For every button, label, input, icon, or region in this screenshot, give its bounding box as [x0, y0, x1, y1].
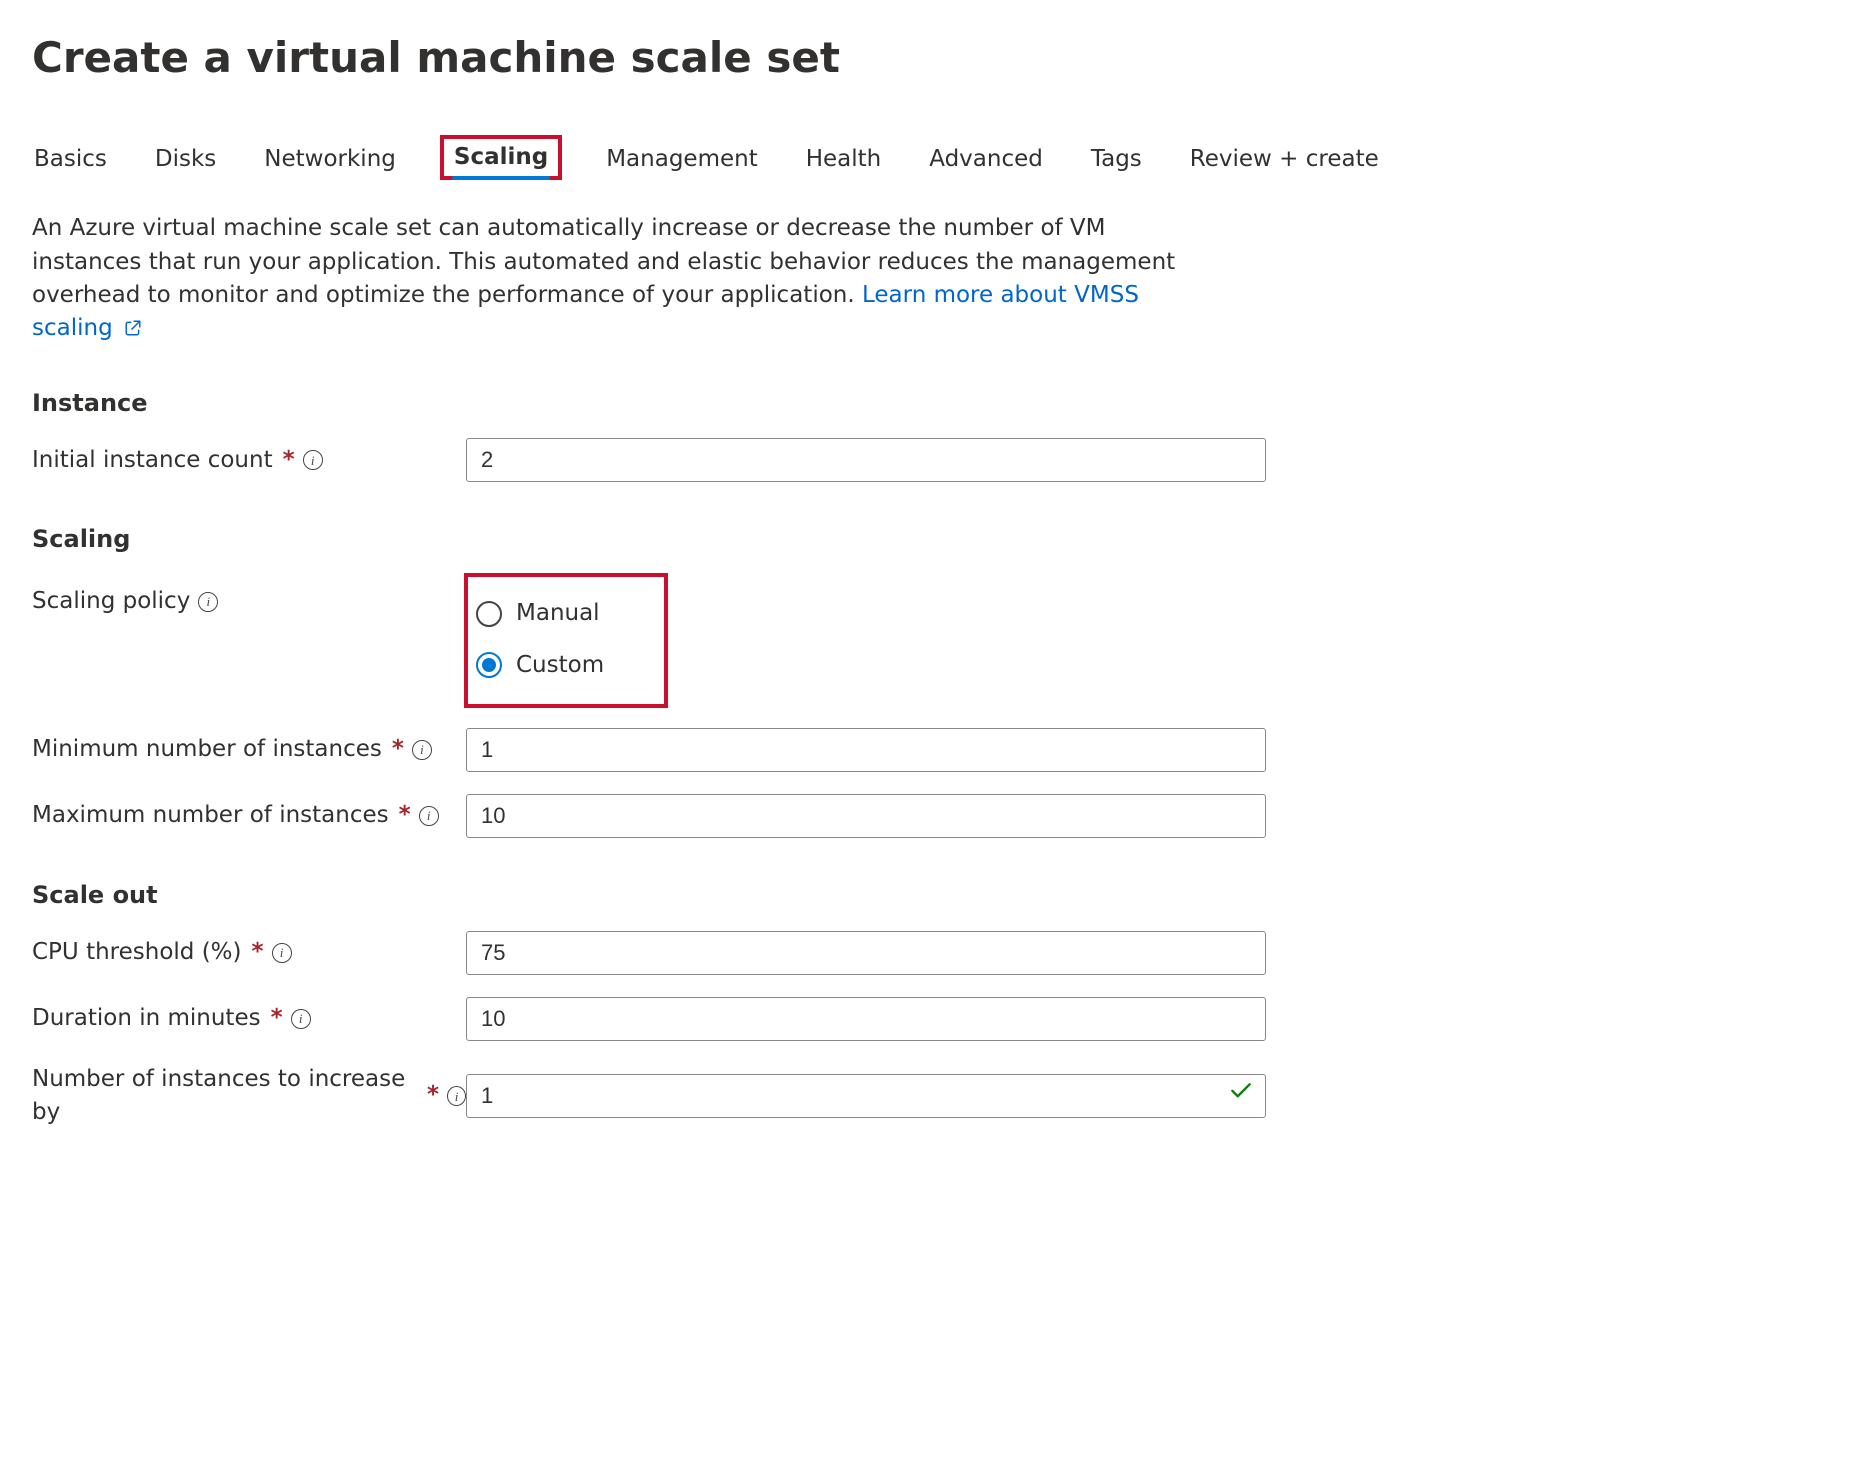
tab-tags[interactable]: Tags [1089, 137, 1144, 186]
wizard-tabs: Basics Disks Networking Scaling Management He… [32, 137, 1828, 186]
scaling-policy-group-highlight: Manual Custom [466, 575, 666, 706]
row-min-instances: Minimum number of instances * [32, 728, 1828, 772]
required-marker: * [399, 799, 411, 832]
section-heading-scaling: Scaling [32, 522, 1828, 557]
required-marker: * [392, 733, 404, 766]
required-marker: * [283, 444, 295, 477]
tab-basics[interactable]: Basics [32, 137, 109, 186]
initial-instance-count-input[interactable] [466, 438, 1266, 482]
page-title: Create a virtual machine scale set [32, 28, 1828, 89]
initial-instance-count-label: Initial instance count [32, 444, 273, 477]
tab-networking[interactable]: Networking [262, 137, 398, 186]
required-marker: * [252, 936, 264, 969]
row-initial-instance-count: Initial instance count * [32, 438, 1828, 482]
intro-paragraph: An Azure virtual machine scale set can a… [32, 212, 1212, 345]
checkmark-icon [1228, 1078, 1254, 1114]
cpu-threshold-label: CPU threshold (%) [32, 936, 242, 969]
duration-input[interactable] [466, 997, 1266, 1041]
tab-health[interactable]: Health [804, 137, 884, 186]
info-icon[interactable] [198, 592, 218, 612]
info-icon[interactable] [419, 806, 439, 826]
scaling-policy-label: Scaling policy [32, 585, 190, 618]
required-marker: * [271, 1002, 283, 1035]
radio-icon [476, 601, 502, 627]
tab-scaling[interactable]: Scaling [452, 138, 550, 180]
row-duration: Duration in minutes * [32, 997, 1828, 1041]
info-icon[interactable] [291, 1009, 311, 1029]
info-icon[interactable] [272, 943, 292, 963]
max-instances-label: Maximum number of instances [32, 799, 389, 832]
row-cpu-threshold: CPU threshold (%) * [32, 931, 1828, 975]
tab-advanced[interactable]: Advanced [927, 137, 1045, 186]
scaling-policy-manual-option[interactable]: Manual [476, 597, 604, 630]
section-heading-instance: Instance [32, 386, 1828, 421]
radio-icon [476, 652, 502, 678]
info-icon[interactable] [303, 450, 323, 470]
external-link-icon [124, 319, 142, 337]
tab-management[interactable]: Management [604, 137, 760, 186]
row-max-instances: Maximum number of instances * [32, 794, 1828, 838]
section-heading-scale-out: Scale out [32, 878, 1828, 913]
max-instances-input[interactable] [466, 794, 1266, 838]
increase-by-label: Number of instances to increase by [32, 1063, 417, 1130]
tab-review[interactable]: Review + create [1188, 137, 1381, 186]
min-instances-input[interactable] [466, 728, 1266, 772]
info-icon[interactable] [447, 1086, 466, 1106]
min-instances-label: Minimum number of instances [32, 733, 382, 766]
scaling-policy-radiogroup: Manual Custom [476, 587, 608, 692]
row-scaling-policy: Scaling policy Manual Custom [32, 575, 1828, 706]
tab-highlight: Scaling [442, 137, 560, 178]
cpu-threshold-input[interactable] [466, 931, 1266, 975]
scaling-policy-custom-option[interactable]: Custom [476, 649, 604, 682]
row-increase-by: Number of instances to increase by * [32, 1063, 1828, 1130]
duration-label: Duration in minutes [32, 1002, 261, 1035]
info-icon[interactable] [412, 740, 432, 760]
scaling-policy-manual-label: Manual [516, 597, 600, 630]
increase-by-input[interactable] [466, 1074, 1266, 1118]
scaling-policy-custom-label: Custom [516, 649, 604, 682]
required-marker: * [427, 1079, 439, 1112]
tab-disks[interactable]: Disks [153, 137, 218, 186]
